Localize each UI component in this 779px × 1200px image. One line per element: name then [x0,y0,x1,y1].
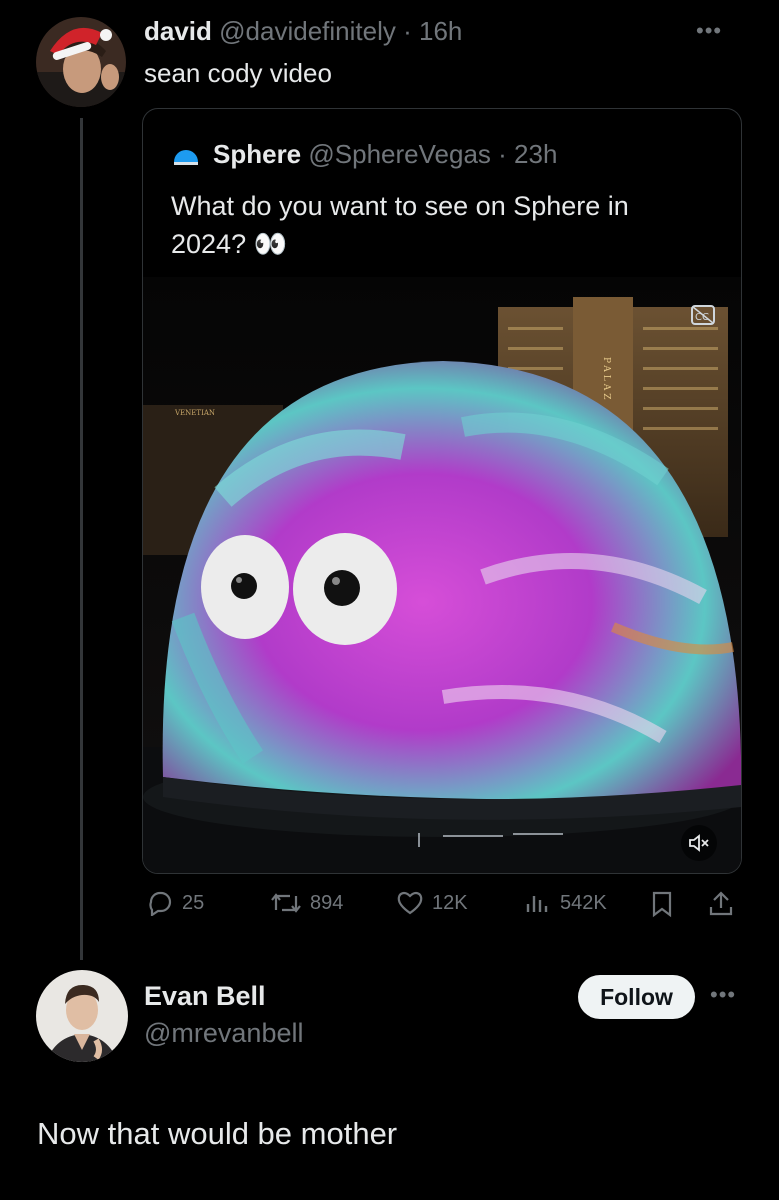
quoted-author-handle[interactable]: @SphereVegas [308,139,491,170]
retweet-button[interactable]: 894 [270,890,343,916]
sphere-logo-icon [171,140,201,170]
tweet-time[interactable]: · 16h [403,16,462,46]
eyes-emoji: 👀 [253,229,288,259]
quoted-text-line-1: What do you want to see on Sphere in [171,191,629,221]
hotel-sign-left: VENETIAN [174,409,215,417]
mute-icon[interactable] [681,825,717,861]
reply-icon [146,890,174,916]
quoted-tweet-time[interactable]: · 23h [498,139,557,170]
more-icon[interactable]: ••• [696,18,722,44]
tweet-text: sean cody video [144,58,332,88]
reply-author-handle[interactable]: @mrevanbell [144,1018,303,1049]
retweet-icon [270,890,302,916]
evan-bell-avatar[interactable] [36,970,128,1062]
retweet-count: 894 [310,891,344,914]
author-name[interactable]: david [144,16,212,46]
quoted-text-line-2: 2024? [171,229,247,259]
reply-more-icon[interactable]: ••• [710,982,736,1008]
views-count: 542K [560,891,607,914]
david-avatar[interactable] [36,17,126,107]
share-icon[interactable] [708,890,734,918]
video-media[interactable]: PALAZ VENETIAN CC [143,277,741,873]
reply-author-name[interactable]: Evan Bell [144,981,266,1012]
follow-button[interactable]: Follow [578,975,695,1019]
reply-count: 25 [182,891,205,914]
like-icon [396,890,424,916]
author-handle[interactable]: @davidefinitely [219,16,396,46]
quoted-author-name[interactable]: Sphere [213,139,301,170]
hotel-sign: PALAZ [601,357,611,402]
thread-line [80,118,83,960]
reply-text: Now that would be mother [37,1116,398,1151]
views-icon [524,890,552,916]
cc-icon[interactable]: CC [691,305,715,330]
like-button[interactable]: 12K [396,890,468,916]
quoted-tweet-card[interactable]: Sphere @SphereVegas · 23h What do you wa… [142,108,742,874]
bookmark-icon[interactable] [650,890,674,918]
reply-button[interactable]: 25 [146,890,204,916]
like-count: 12K [432,891,468,914]
views-button[interactable]: 542K [524,890,607,916]
